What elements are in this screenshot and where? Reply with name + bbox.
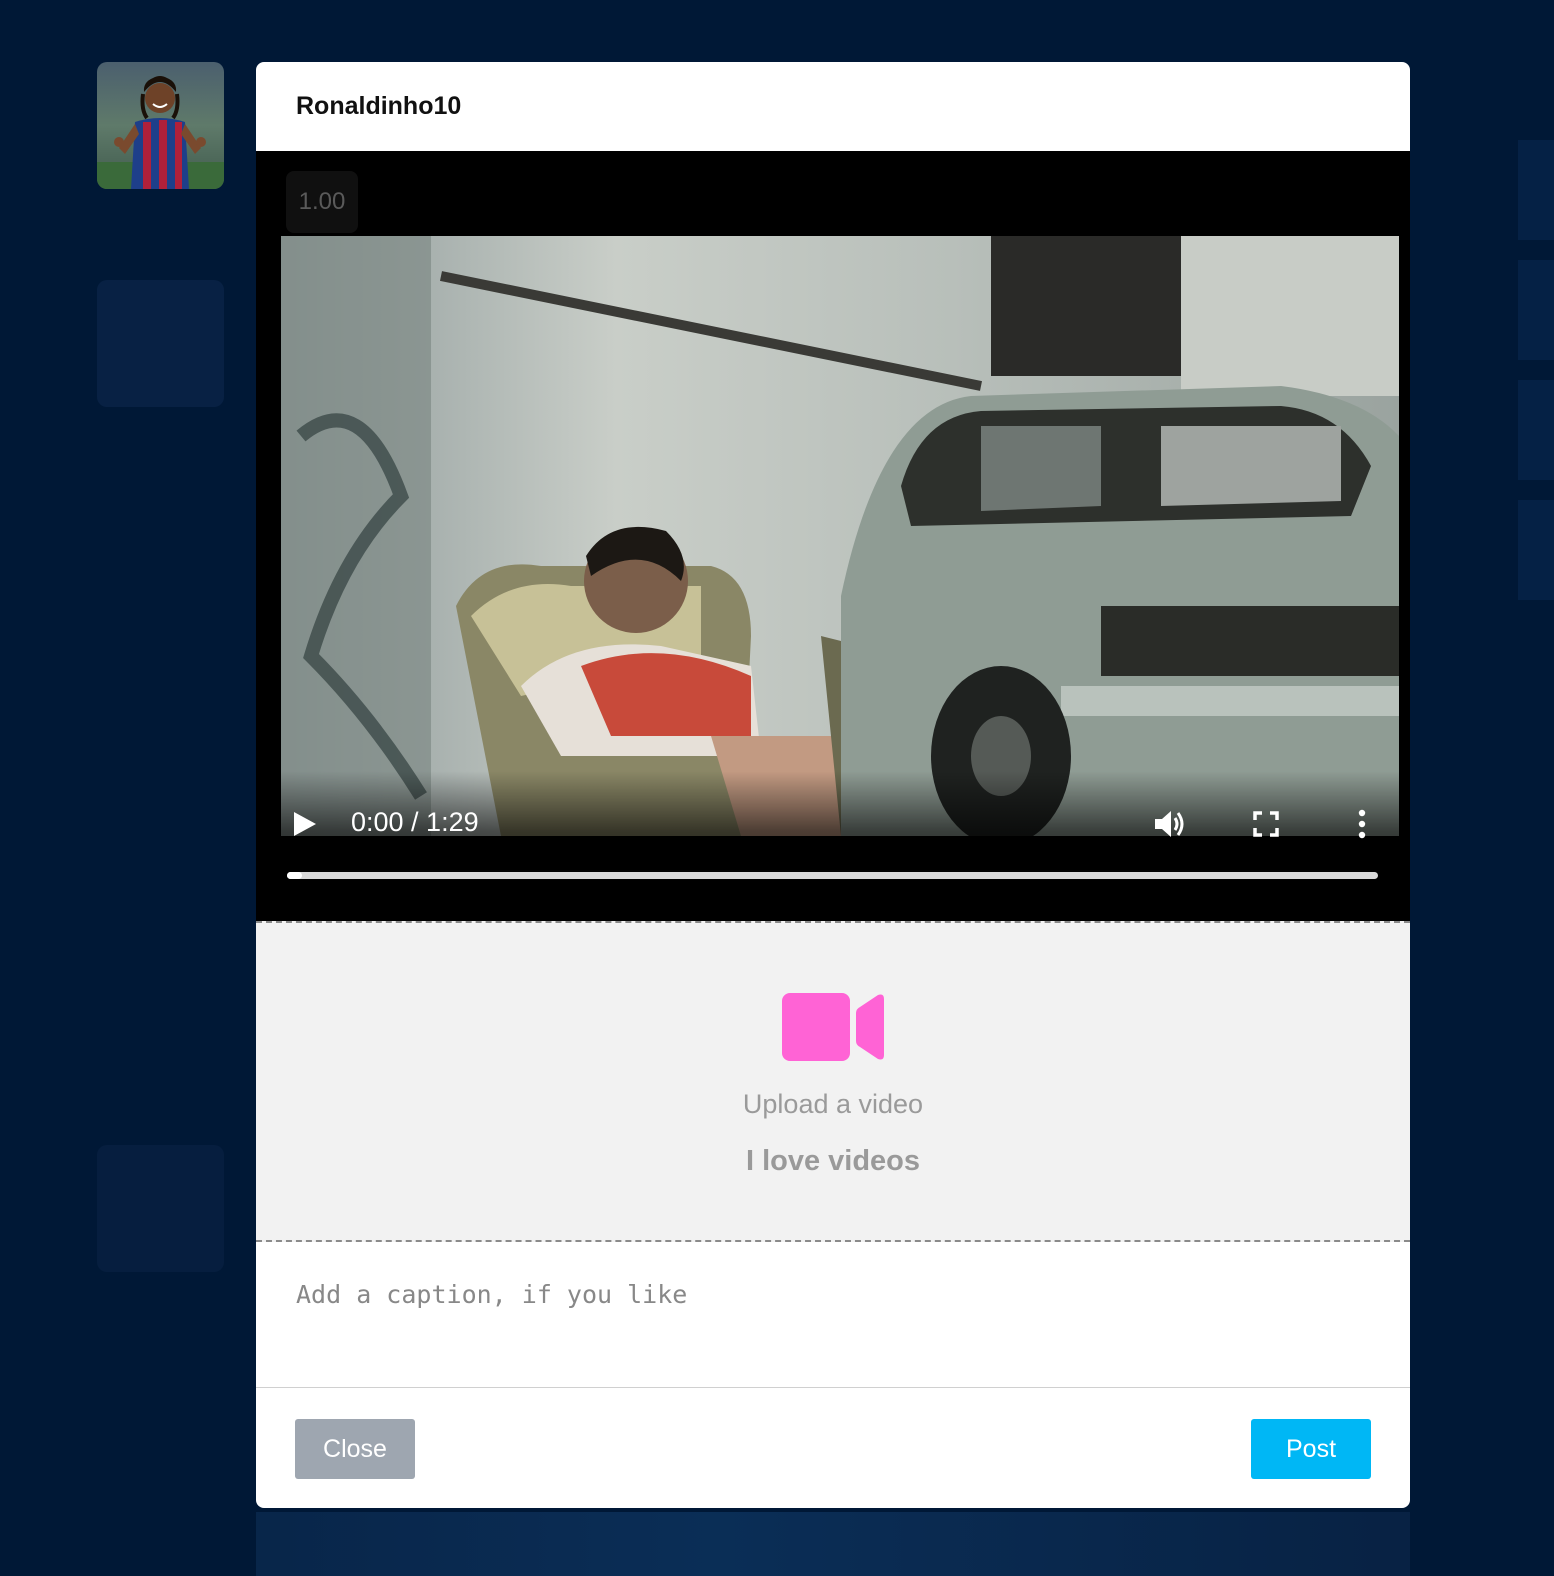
- video-progress-bar[interactable]: [287, 872, 1378, 879]
- background-thumbnail: [1518, 260, 1554, 360]
- background-thumbnail: [1518, 140, 1554, 240]
- background-thumbnail: [97, 280, 224, 407]
- video-player[interactable]: 1.00 0:00 / 1:29: [256, 151, 1410, 921]
- background-content: [256, 1512, 1410, 1576]
- fullscreen-icon[interactable]: [1253, 811, 1279, 837]
- controls-overlay: [256, 771, 1410, 921]
- username: Ronaldinho10: [296, 92, 462, 120]
- background-thumbnail: [1518, 380, 1554, 480]
- upload-subtitle: I love videos: [745, 1145, 921, 1177]
- upload-modal: Ronaldinho10 1.00 0:00 / 1:29 Upload a v…: [256, 62, 1410, 1508]
- playback-speed-badge[interactable]: 1.00: [286, 171, 358, 233]
- video-frame: [281, 236, 1399, 836]
- video-time: 0:00 / 1:29: [351, 807, 479, 837]
- more-options-icon[interactable]: [1356, 809, 1368, 839]
- avatar: [97, 62, 224, 189]
- post-button[interactable]: Post: [1251, 1419, 1371, 1479]
- close-button[interactable]: Close: [295, 1419, 415, 1479]
- video-camera-icon: [782, 993, 884, 1061]
- background-thumbnail: [1518, 500, 1554, 600]
- modal-header: Ronaldinho10: [256, 62, 1410, 151]
- video-upload-dropzone[interactable]: Upload a video I love videos: [256, 921, 1410, 1242]
- background-thumbnail: [97, 1145, 224, 1272]
- video-progress-fill: [287, 872, 303, 879]
- play-icon[interactable]: [294, 812, 316, 836]
- volume-icon[interactable]: [1153, 807, 1187, 841]
- caption-input[interactable]: [256, 1242, 1410, 1388]
- upload-title: Upload a video: [742, 1089, 924, 1119]
